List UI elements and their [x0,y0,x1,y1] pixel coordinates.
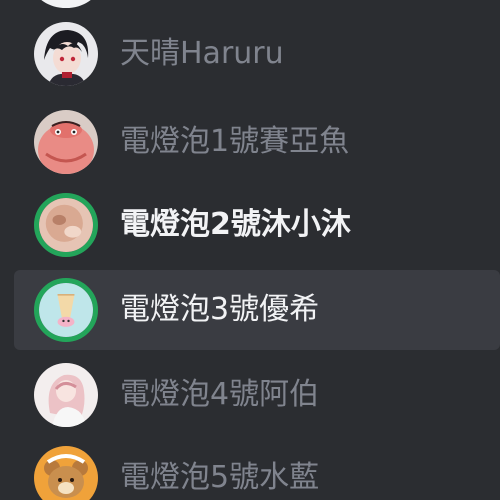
pink-hair-girl-avatar-icon [34,363,98,427]
partial-avatar-icon [34,0,98,8]
member-row-haruru[interactable]: 天晴Haruru [14,14,500,94]
member-row-3[interactable]: 電燈泡3號優希 [14,270,500,350]
member-name: 電燈泡1號賽亞魚 [120,124,350,159]
pink-fish-avatar-icon [34,110,98,174]
avatar [34,446,98,500]
member-name: 電燈泡2號沐小沐 [120,207,351,242]
round-face-avatar-icon [34,193,98,257]
avatar [34,110,98,174]
member-name: 電燈泡4號阿伯 [120,377,320,412]
member-name: 電燈泡5號水藍 [120,460,320,495]
avatar [34,278,98,342]
avatar [34,193,98,257]
ice-cream-avatar-icon [34,278,98,342]
member-name: 電燈泡3號優希 [120,292,320,327]
member-list: 天晴Haruru 電燈泡1號賽亞魚 電燈泡2號沐小沐 電燈泡3號優希 電燈泡4號… [0,0,500,500]
member-row-2[interactable]: 電燈泡2號沐小沐 [14,185,500,265]
member-row-5[interactable]: 電燈泡5號水藍 [14,438,500,500]
anime-boy-avatar-icon [34,22,98,86]
member-row-4[interactable]: 電燈泡4號阿伯 [14,355,500,435]
avatar [34,363,98,427]
avatar [34,22,98,86]
bear-avatar-icon [34,446,98,500]
member-name: 天晴Haruru [120,36,284,71]
member-row-1[interactable]: 電燈泡1號賽亞魚 [14,102,500,182]
